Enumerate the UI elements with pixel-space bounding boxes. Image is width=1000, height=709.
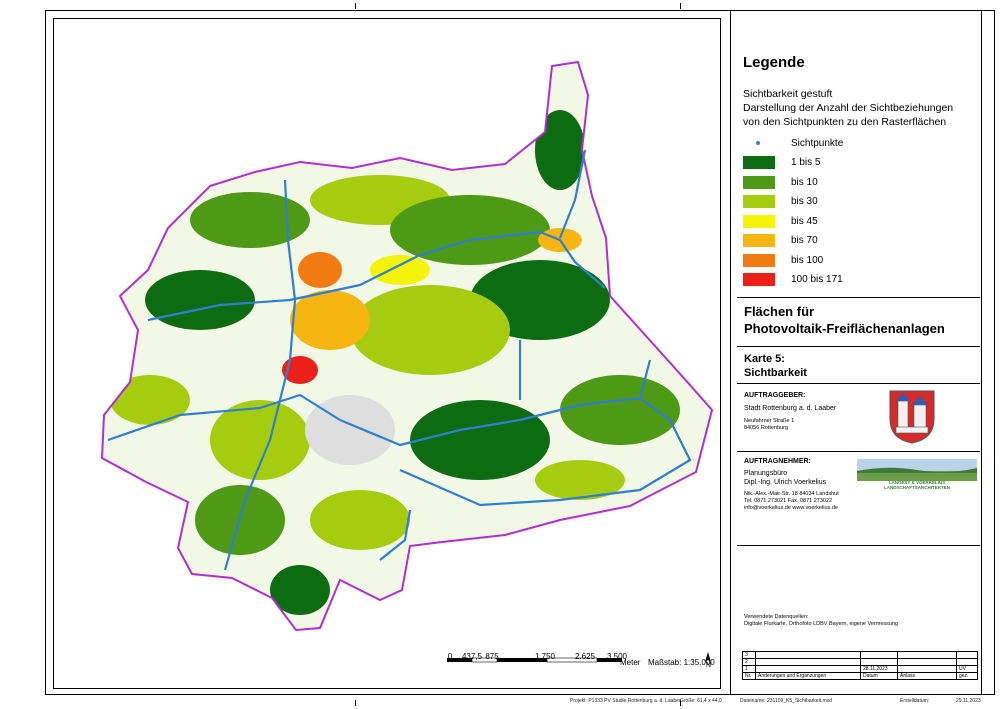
legend-label: 100 bis 171 (791, 274, 843, 285)
legend-item: bis 100 (743, 254, 943, 268)
table-row: 2 (742, 658, 978, 666)
scale-tick-label: 875 (485, 652, 499, 661)
scale-unit: Meter (620, 658, 641, 667)
map-title-line: Photovoltaik-Freiflächenanlagen (744, 321, 945, 336)
legend-swatch (743, 156, 775, 169)
scale-tick-label: 0 (447, 652, 453, 661)
table-cell (956, 658, 978, 666)
legend-label: bis 100 (791, 255, 824, 266)
legend-item-sichtpunkte: Sichtpunkte (743, 137, 943, 151)
table-cell (897, 651, 957, 659)
legend-label: bis 30 (791, 196, 818, 207)
map-title: Flächen für Photovoltaik-Freiflächenanla… (744, 303, 974, 337)
coat-of-arms-icon (889, 390, 935, 444)
client-street: Neufahrner Straße 1 (744, 418, 795, 424)
contractor-line1: Planungsbüro (744, 470, 788, 477)
legend-label: 1 bis 5 (791, 157, 821, 168)
data-sources-heading: Verwendete Datenquellen: (744, 614, 809, 620)
footer-file: Dateiname: 231109_K5_Sichtbarkeit.mxd (740, 698, 832, 704)
legend-swatch (743, 215, 775, 228)
divider (737, 297, 980, 298)
table-cell (755, 651, 861, 659)
map-title-line: Flächen für (744, 304, 815, 319)
legend-item: 100 bis 171 (743, 273, 943, 287)
table-row: 1 28.11.2023 UV (742, 665, 978, 673)
table-cell (897, 665, 957, 673)
legend-label: bis 10 (791, 177, 818, 188)
footer-size: Größe: 61,4 x 44,0 (680, 698, 722, 704)
client-heading: AUFTRAGGEBER: (744, 392, 806, 399)
client-name: Stadt Rottenburg a. d. Laaber (744, 405, 837, 412)
map-number-name: Sichtbarkeit (744, 367, 807, 379)
legend-swatch (743, 234, 775, 247)
table-cell: 1 (742, 665, 756, 673)
legend-swatch (743, 273, 775, 286)
client-city: 84056 Rottenburg (744, 425, 789, 431)
municipal-area (100, 60, 714, 632)
scale-tick-label: 437,5 (461, 652, 483, 661)
contractor-line2: Dipl.-Ing. Ulrich Voerkelius (744, 479, 827, 486)
legend-subtitle-line: Sichtbarkeit gestuft (743, 88, 833, 100)
legend-swatch (743, 254, 775, 267)
table-cell (860, 658, 898, 666)
table-header: gez. (956, 672, 978, 680)
legend-item: 1 bis 5 (743, 156, 943, 170)
table-cell (755, 658, 861, 666)
table-cell (860, 651, 898, 659)
scale-tick-label: 1.750 (534, 652, 556, 661)
divider (737, 346, 980, 347)
table-cell: UV (956, 665, 978, 673)
scale-tick-label: 2.625 (574, 652, 596, 661)
footer-project: Projekt: P1333 PV Studie Rottenburg a. d… (570, 698, 681, 704)
table-header-row: Nr. Änderungen und Ergänzungen Datum Anl… (742, 672, 978, 680)
legend-subtitle-line: von den Sichtpunkten zu den Rasterfläche… (743, 116, 947, 128)
table-header: Datum (860, 672, 898, 680)
footer-date: 29.11.2023 (956, 698, 981, 704)
legend-label: Sichtpunkte (791, 138, 844, 149)
divider (737, 451, 980, 452)
legend-subtitle: Sichtbarkeit gestuft Darstellung der Anz… (743, 87, 983, 129)
table-cell: 3 (742, 651, 756, 659)
revision-table: 3 2 1 28.11.2023 UV Nr. Änderungen und E… (742, 651, 978, 686)
table-header: Anlass (897, 672, 957, 680)
legend-item: bis 45 (743, 215, 943, 229)
legend-item: bis 30 (743, 195, 943, 209)
map-number-label: Karte 5: (744, 353, 785, 365)
table-cell: 2 (742, 658, 756, 666)
table-header: Nr. (742, 672, 756, 680)
legend-subtitle-line: Darstellung der Anzahl der Sichtbeziehun… (743, 102, 954, 114)
legend-item: bis 70 (743, 234, 943, 248)
point-marker-icon (756, 141, 760, 145)
contractor-phone: Tel. 0871 273021 Fax. 0871 273022 (744, 498, 833, 504)
table-cell (755, 665, 861, 673)
company-logo-text: LANGEST & VOERKELIUS LANDSCHAFTSARCHITEK… (884, 480, 950, 490)
contractor-web[interactable]: info@voerkelius.de www.voerkelius.de (744, 505, 838, 512)
table-row: 3 (742, 651, 978, 659)
data-sources-text: Digitale Flurkarte, Orthofoto LDBV Bayer… (744, 621, 899, 627)
table-cell: 28.11.2023 (860, 665, 898, 673)
divider (737, 545, 980, 546)
footer-created-label: Erstelldatum: (900, 698, 930, 704)
legend-label: bis 70 (791, 235, 818, 246)
company-logo-image (857, 459, 977, 481)
table-cell (956, 651, 978, 659)
legend-label: bis 45 (791, 216, 818, 227)
legend-item: bis 10 (743, 176, 943, 190)
legend-swatch (743, 176, 775, 189)
table-cell (897, 658, 957, 666)
table-header: Änderungen und Ergänzungen (755, 672, 861, 680)
legend-swatch (743, 195, 775, 208)
map-number: Karte 5: Sichtbarkeit (744, 352, 807, 380)
contractor-heading: AUFTRAGNEHMER: (744, 458, 811, 465)
contractor-address: Nik.-Alex.-Mair-Str. 18 84034 Landshut (744, 491, 839, 497)
legend-title: Legende (743, 54, 805, 71)
divider (737, 383, 980, 384)
north-label: N (706, 662, 712, 669)
